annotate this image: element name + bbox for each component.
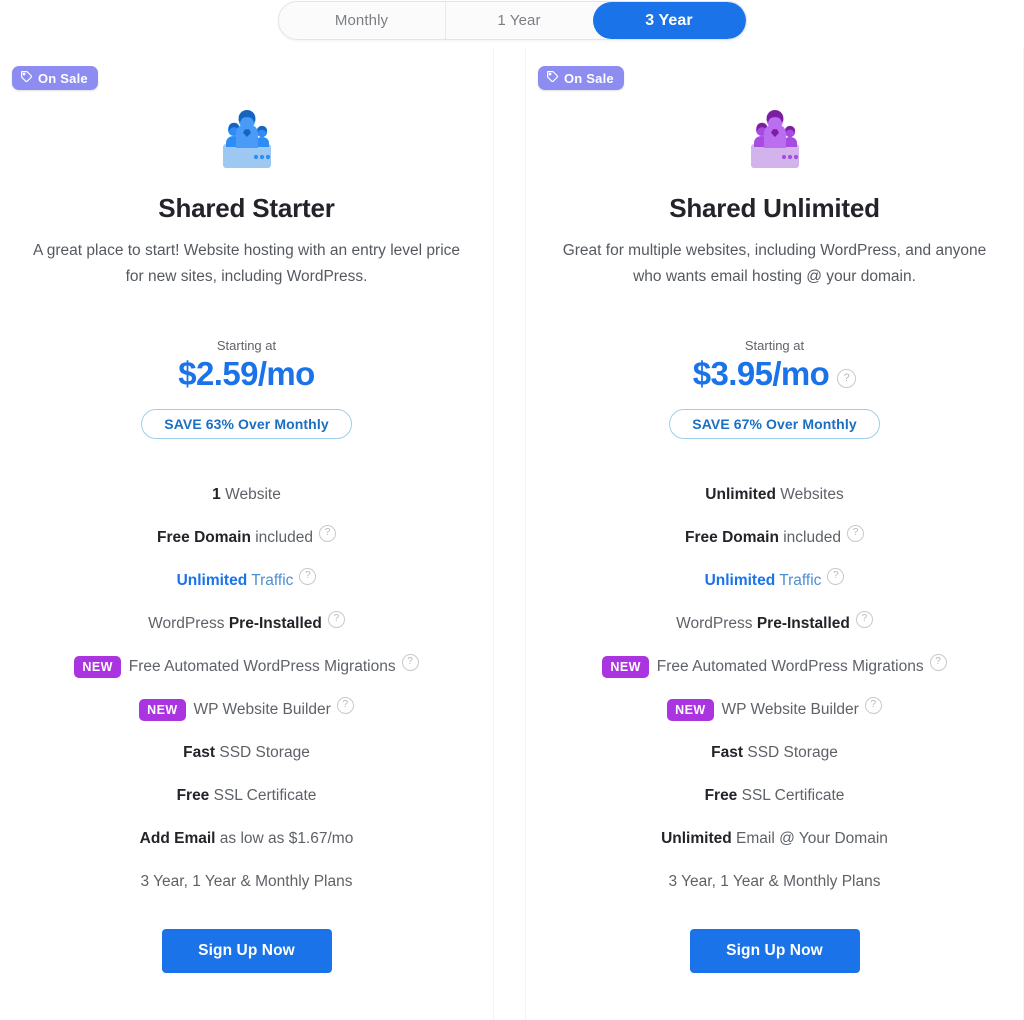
on-sale-badge: On Sale (538, 66, 624, 90)
feature-label: Free Domain included (157, 528, 313, 546)
help-icon[interactable]: ? (336, 697, 354, 714)
help-icon[interactable]: ? (318, 525, 336, 542)
starting-at-label: Starting at (744, 338, 805, 353)
feature-label: WordPress Pre-Installed (676, 614, 850, 632)
pricing-card-shared-starter: On Sale Shared Starter A great place to … (0, 48, 494, 1020)
on-sale-label: On Sale (38, 70, 88, 86)
feature-label: 1 Website (212, 485, 281, 503)
feature-label: 3 Year, 1 Year & Monthly Plans (140, 872, 353, 890)
feature-label: WP Website Builder (193, 700, 331, 718)
feature-list: Unlimited Websites Free Domain included? U… (526, 473, 1023, 903)
on-sale-label: On Sale (564, 70, 614, 86)
people-group-icon (743, 106, 807, 175)
help-icon[interactable]: ? (929, 654, 947, 671)
new-badge: NEW (667, 698, 714, 721)
help-icon[interactable]: ? (827, 568, 845, 585)
new-badge: NEW (139, 698, 186, 721)
plan-price: $3.95/mo (692, 355, 830, 392)
feature-label: Free SSL Certificate (176, 786, 317, 804)
plan-icon-wrap (526, 106, 1023, 175)
feature-item: Unlimited Traffic? (0, 559, 493, 602)
pricing-card-shared-unlimited: On Sale Shared Unlimited Great for multi… (525, 48, 1024, 1020)
savings-badge[interactable]: SAVE 63% Over Monthly (141, 409, 352, 439)
feature-item: Fast SSD Storage (526, 731, 1023, 774)
feature-item: NEW WP Website Builder? (0, 688, 493, 731)
feature-label: Free Automated WordPress Migrations (656, 657, 924, 675)
feature-label: Free SSL Certificate (704, 786, 845, 804)
feature-item: 1 Website (0, 473, 493, 516)
feature-item: 3 Year, 1 Year & Monthly Plans (0, 860, 493, 903)
term-option-1-year[interactable]: 1 Year (444, 2, 593, 39)
billing-term-toggle-container: Monthly 1 Year 3 Year (0, 1, 1024, 41)
term-option-monthly[interactable]: Monthly (279, 2, 445, 39)
tag-icon (546, 70, 559, 86)
cta-row: Sign Up Now (0, 929, 493, 973)
feature-label: Free Domain included (685, 528, 841, 546)
help-icon[interactable]: ? (401, 654, 419, 671)
feature-label: 3 Year, 1 Year & Monthly Plans (668, 872, 881, 890)
feature-label: Fast SSD Storage (711, 743, 838, 761)
feature-label: Unlimited Email @ Your Domain (661, 829, 888, 847)
feature-item: Add Email as low as $1.67/mo (0, 817, 493, 860)
feature-label: Unlimited Websites (705, 485, 844, 503)
help-icon[interactable]: ? (864, 697, 882, 714)
feature-label: WP Website Builder (721, 700, 859, 718)
savings-badge[interactable]: SAVE 67% Over Monthly (669, 409, 880, 439)
help-icon[interactable]: ? (846, 525, 864, 542)
new-badge: NEW (74, 655, 121, 678)
people-group-icon (215, 106, 279, 175)
feature-item: 3 Year, 1 Year & Monthly Plans (526, 860, 1023, 903)
feature-list: 1 Website Free Domain included? Unlimited … (0, 473, 493, 903)
feature-item: Unlimited Websites (526, 473, 1023, 516)
feature-label: Fast SSD Storage (183, 743, 310, 761)
tag-icon (20, 70, 33, 86)
feature-item: Unlimited Traffic? (526, 559, 1023, 602)
feature-item: Free SSL Certificate (0, 774, 493, 817)
feature-item: WordPress Pre-Installed? (526, 602, 1023, 645)
save-pill-row: SAVE 67% Over Monthly (526, 409, 1023, 439)
price-row: $2.59/mo (0, 355, 493, 393)
price-row: $3.95/mo ? (526, 355, 1023, 393)
starting-at-label: Starting at (216, 338, 277, 353)
feature-item: Free Domain included? (526, 516, 1023, 559)
term-option-3-year[interactable]: 3 Year (592, 2, 746, 39)
billing-term-toggle[interactable]: Monthly 1 Year 3 Year (277, 1, 747, 40)
feature-item: NEW Free Automated WordPress Migrations? (526, 645, 1023, 688)
plan-description: Great for multiple websites, including W… (562, 242, 987, 285)
plan-price: $2.59/mo (178, 355, 315, 392)
sign-up-button[interactable]: Sign Up Now (161, 929, 332, 973)
help-icon[interactable]: ? (855, 611, 873, 628)
sign-up-button[interactable]: Sign Up Now (689, 929, 860, 973)
plan-title: Shared Starter (158, 193, 335, 223)
help-icon[interactable]: ? (327, 611, 345, 628)
plan-description: A great place to start! Website hosting … (32, 242, 461, 285)
feature-item: Free Domain included? (0, 516, 493, 559)
feature-item: WordPress Pre-Installed? (0, 602, 493, 645)
feature-label: Free Automated WordPress Migrations (128, 657, 396, 675)
feature-item: NEW WP Website Builder? (526, 688, 1023, 731)
feature-item: Free SSL Certificate (526, 774, 1023, 817)
plan-title: Shared Unlimited (669, 193, 880, 223)
feature-item: Unlimited Email @ Your Domain (526, 817, 1023, 860)
on-sale-badge: On Sale (12, 66, 98, 90)
save-pill-row: SAVE 63% Over Monthly (0, 409, 493, 439)
new-badge: NEW (602, 655, 649, 678)
feature-item: NEW Free Automated WordPress Migrations? (0, 645, 493, 688)
cta-row: Sign Up Now (526, 929, 1023, 973)
feature-label: Unlimited Traffic (704, 571, 822, 589)
feature-item: Fast SSD Storage (0, 731, 493, 774)
feature-label: Unlimited Traffic (176, 571, 294, 589)
help-icon[interactable]: ? (299, 568, 317, 585)
help-icon[interactable]: ? (837, 368, 857, 388)
pricing-cards-row: On Sale Shared Starter A great place to … (0, 48, 1024, 1020)
feature-label: WordPress Pre-Installed (148, 614, 322, 632)
plan-icon-wrap (0, 106, 493, 175)
feature-label: Add Email as low as $1.67/mo (139, 829, 354, 847)
